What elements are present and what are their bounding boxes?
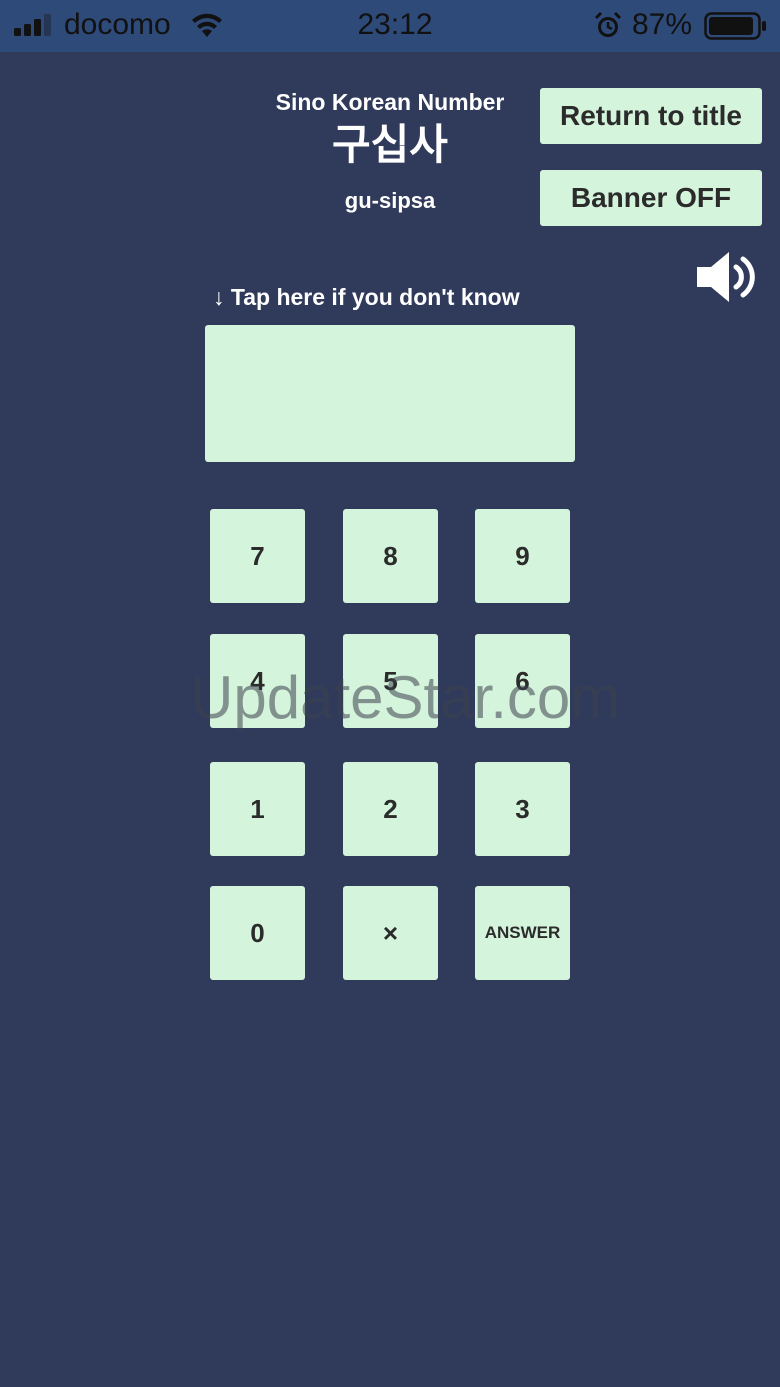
banner-toggle-button[interactable]: Banner OFF — [540, 170, 762, 226]
speaker-icon[interactable] — [695, 248, 757, 306]
wifi-icon — [192, 13, 222, 37]
status-bar: docomo 23:12 87% — [0, 0, 780, 52]
hint-label: ↓ Tap here if you don't know — [213, 284, 520, 310]
key-0-button[interactable]: 0 — [210, 886, 305, 980]
key-7-button[interactable]: 7 — [210, 509, 305, 603]
battery-percentage: 87% — [632, 8, 693, 41]
return-to-title-button[interactable]: Return to title — [540, 88, 762, 144]
quiz-screen: docomo 23:12 87% Sino Korean Number 구십사 … — [0, 0, 780, 1387]
key-6-button[interactable]: 6 — [475, 634, 570, 728]
alarm-icon — [594, 11, 622, 37]
key-1-button[interactable]: 1 — [210, 762, 305, 856]
key-9-button[interactable]: 9 — [475, 509, 570, 603]
key-3-button[interactable]: 3 — [475, 762, 570, 856]
battery-icon — [704, 12, 766, 40]
key-2-button[interactable]: 2 — [343, 762, 438, 856]
clock-time: 23:12 — [357, 8, 433, 41]
romanization-label: gu-sipsa — [344, 188, 436, 213]
clear-key-button[interactable]: × — [343, 886, 438, 980]
answer-key-button[interactable]: ANSWER — [475, 886, 570, 980]
answer-display-box[interactable] — [205, 325, 575, 462]
key-4-button[interactable]: 4 — [210, 634, 305, 728]
key-5-button[interactable]: 5 — [343, 634, 438, 728]
korean-word: 구십사 — [332, 120, 448, 169]
signal-icon — [14, 14, 51, 36]
mode-label: Sino Korean Number — [275, 89, 505, 115]
key-8-button[interactable]: 8 — [343, 509, 438, 603]
carrier-name: docomo — [64, 8, 171, 41]
